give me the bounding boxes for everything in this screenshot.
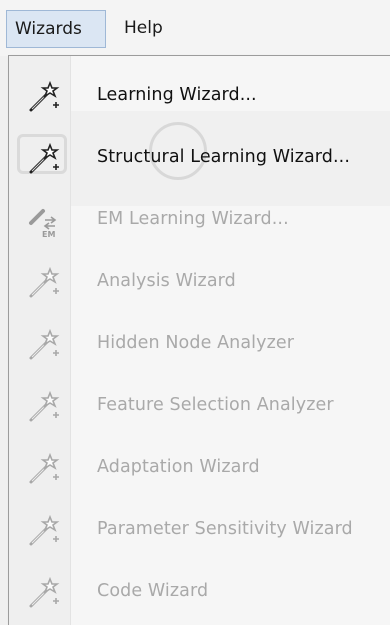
magic-wand-icon <box>25 513 61 549</box>
menu-item-feature-selection-analyzer[interactable]: Feature Selection Analyzer <box>9 377 390 439</box>
menu-wizards[interactable]: Wizards <box>6 10 106 48</box>
menu-bar: Wizards Help <box>0 0 390 56</box>
wizards-dropdown-menu: Learning Wizard... Structural Learning W… <box>8 55 390 625</box>
menu-item-label: Learning Wizard... <box>97 85 257 105</box>
magic-wand-icon <box>25 79 61 115</box>
svg-text:EM: EM <box>42 230 55 239</box>
menu-item-structural-learning-wizard[interactable]: Structural Learning Wizard... <box>9 129 390 191</box>
magic-wand-icon <box>25 265 61 301</box>
menu-help[interactable]: Help <box>116 10 171 48</box>
menu-item-em-learning-wizard[interactable]: EM EM Learning Wizard... <box>9 191 390 253</box>
menu-item-label: Structural Learning Wizard... <box>97 147 350 167</box>
menu-item-label: Adaptation Wizard <box>97 457 260 477</box>
menu-item-hidden-node-analyzer[interactable]: Hidden Node Analyzer <box>9 315 390 377</box>
menu-item-label: Hidden Node Analyzer <box>97 333 295 353</box>
menu-item-label: Code Wizard <box>97 581 209 601</box>
magic-wand-icon <box>25 327 61 363</box>
menu-item-analysis-wizard[interactable]: Analysis Wizard <box>9 253 390 315</box>
menu-item-learning-wizard[interactable]: Learning Wizard... <box>9 67 390 129</box>
menu-item-label: Parameter Sensitivity Wizard <box>97 519 353 539</box>
em-learning-icon: EM <box>25 203 61 239</box>
magic-wand-icon <box>25 451 61 487</box>
menu-item-label: EM Learning Wizard... <box>97 209 289 229</box>
magic-wand-icon <box>25 141 61 177</box>
menu-item-code-wizard[interactable]: Code Wizard <box>9 563 390 625</box>
magic-wand-icon <box>25 389 61 425</box>
menu-item-parameter-sensitivity-wizard[interactable]: Parameter Sensitivity Wizard <box>9 501 390 563</box>
menu-item-adaptation-wizard[interactable]: Adaptation Wizard <box>9 439 390 501</box>
menu-item-label: Analysis Wizard <box>97 271 236 291</box>
magic-wand-icon <box>25 575 61 611</box>
menu-item-label: Feature Selection Analyzer <box>97 395 334 415</box>
